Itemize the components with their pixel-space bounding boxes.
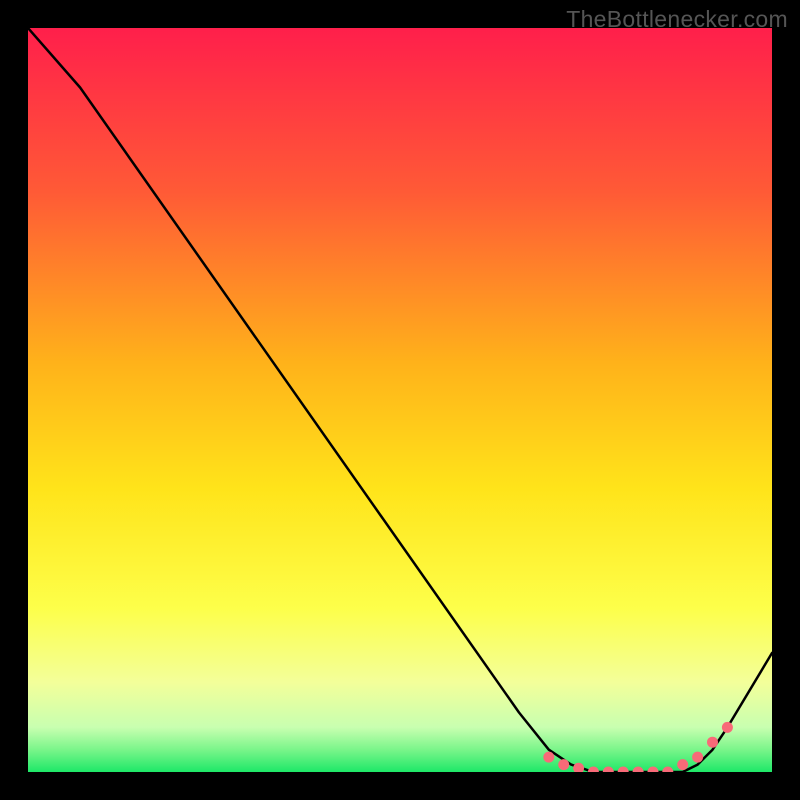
marker-dot [707,737,718,748]
chart-frame: TheBottlenecker.com [0,0,800,800]
marker-dot [722,722,733,733]
plot-svg [28,28,772,772]
plot-area [28,28,772,772]
gradient-bg [28,28,772,772]
marker-dot [692,752,703,763]
marker-dot [543,752,554,763]
marker-dot [558,759,569,770]
marker-dot [677,759,688,770]
watermark-text: TheBottlenecker.com [566,6,788,33]
